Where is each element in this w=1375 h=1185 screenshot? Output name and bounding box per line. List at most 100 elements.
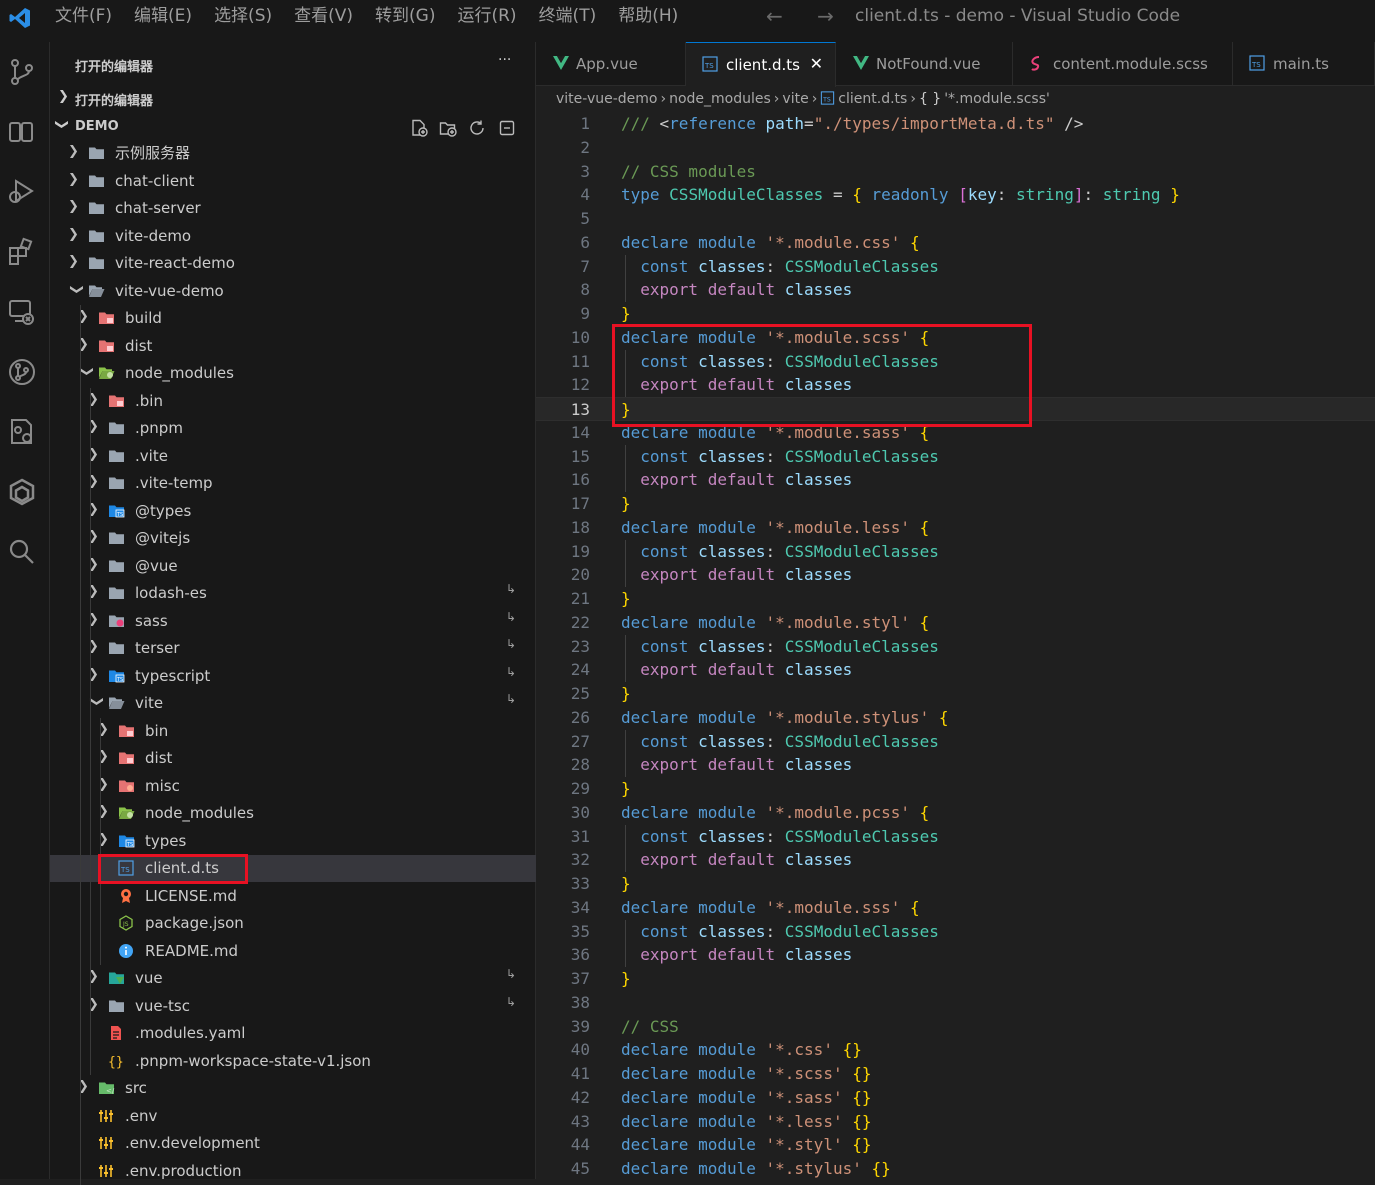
code-line[interactable]: 31 const classes: CSSModuleClasses xyxy=(536,825,1375,849)
code-line[interactable]: 1 /// <reference path="./types/importMeta… xyxy=(536,112,1375,136)
code-line[interactable]: 6 declare module '*.module.css' { xyxy=(536,231,1375,255)
tree-folder-item[interactable]: ❯ node_modules xyxy=(50,800,536,827)
code-line[interactable]: 3 // CSS modules xyxy=(536,160,1375,184)
tree-folder-item[interactable]: ❯ vite-react-demo xyxy=(50,250,536,277)
tree-folder-item[interactable]: ❯ TS typescript ↳ xyxy=(50,663,536,690)
code-line[interactable]: 9} xyxy=(536,302,1375,326)
collapse-all-icon[interactable] xyxy=(498,119,516,137)
editor-tab[interactable]: App.vue xyxy=(536,42,686,86)
code-line[interactable]: 8 export default classes xyxy=(536,278,1375,302)
tree-folder-item[interactable]: ❯ chat-server xyxy=(50,195,536,222)
code-line[interactable]: 7 const classes: CSSModuleClasses xyxy=(536,255,1375,279)
menu-item[interactable]: 运行(R) xyxy=(457,4,516,28)
breadcrumb-item[interactable]: vite-vue-demo xyxy=(556,91,657,107)
menu-item[interactable]: 终端(T) xyxy=(539,4,597,28)
source-control-icon[interactable] xyxy=(7,57,37,87)
code-line[interactable]: 33} xyxy=(536,872,1375,896)
tree-folder-item[interactable]: ❯ node_modules xyxy=(50,360,536,387)
code-line[interactable]: 45 declare module '*.stylus' {} xyxy=(536,1157,1375,1181)
breadcrumb-item[interactable]: '*.module.scss' xyxy=(944,91,1050,107)
code-line[interactable]: 44 declare module '*.styl' {} xyxy=(536,1133,1375,1157)
tree-file-item[interactable]: .env xyxy=(50,1103,536,1130)
package-icon[interactable] xyxy=(7,477,37,507)
code-line[interactable]: 39 // CSS xyxy=(536,1015,1375,1039)
tree-folder-item[interactable]: ❯ vue-tsc ↳ xyxy=(50,993,536,1020)
tree-folder-item[interactable]: ❯ build xyxy=(50,305,536,332)
tree-folder-item[interactable]: ❯ TS @types xyxy=(50,498,536,525)
tree-file-item[interactable]: .modules.yaml xyxy=(50,1020,536,1047)
tree-file-item[interactable]: JS package.json xyxy=(50,910,536,937)
code-line[interactable]: 30 declare module '*.module.pcss' { xyxy=(536,801,1375,825)
editor-tab[interactable]: TS main.ts xyxy=(1233,42,1375,86)
editor-tab[interactable]: TS client.d.ts ✕ xyxy=(686,42,836,87)
editor-tab[interactable]: content.module.scss xyxy=(1013,42,1233,86)
refresh-icon[interactable] xyxy=(468,119,486,137)
extensions-icon[interactable] xyxy=(7,237,37,267)
tree-folder-item[interactable]: ❯ @vue xyxy=(50,553,536,580)
code-line[interactable]: 18 declare module '*.module.less' { xyxy=(536,516,1375,540)
code-line[interactable]: 15 const classes: CSSModuleClasses xyxy=(536,445,1375,469)
code-line[interactable]: 5 xyxy=(536,207,1375,231)
code-line[interactable]: 41 declare module '*.scss' {} xyxy=(536,1062,1375,1086)
tree-folder-item[interactable]: ❯ vue ↳ xyxy=(50,965,536,992)
menu-item[interactable]: 文件(F) xyxy=(55,4,112,28)
code-line[interactable]: 27 const classes: CSSModuleClasses xyxy=(536,730,1375,754)
breadcrumb-item[interactable]: node_modules xyxy=(669,91,771,107)
tree-folder-item[interactable]: ❯ .pnpm xyxy=(50,415,536,442)
editor-tab[interactable]: NotFound.vue xyxy=(836,42,1013,86)
code-line[interactable]: 21} xyxy=(536,587,1375,611)
new-folder-icon[interactable] xyxy=(439,119,457,137)
code-line[interactable]: 23 const classes: CSSModuleClasses xyxy=(536,635,1375,659)
code-line[interactable]: 36 export default classes xyxy=(536,943,1375,967)
tree-folder-item[interactable]: ❯ bin xyxy=(50,718,536,745)
tree-folder-item[interactable]: ❯ dist xyxy=(50,745,536,772)
menu-item[interactable]: 转到(G) xyxy=(375,4,435,28)
tree-folder-item[interactable]: ❯ chat-client xyxy=(50,168,536,195)
tree-folder-item[interactable]: ❯ 示例服务器 xyxy=(50,140,536,167)
more-actions-icon[interactable]: ··· xyxy=(498,52,511,68)
code-line[interactable]: 28 export default classes xyxy=(536,753,1375,777)
remote-explorer-icon[interactable] xyxy=(7,297,37,327)
code-line[interactable]: 2 xyxy=(536,136,1375,160)
code-line[interactable]: 35 const classes: CSSModuleClasses xyxy=(536,920,1375,944)
tree-folder-item[interactable]: ❯ vite-demo xyxy=(50,223,536,250)
tree-folder-item[interactable]: ❯ vite ↳ xyxy=(50,690,536,717)
menu-item[interactable]: 查看(V) xyxy=(294,4,353,28)
testing-icon[interactable] xyxy=(7,417,37,447)
code-line[interactable]: 22 declare module '*.module.styl' { xyxy=(536,611,1375,635)
code-line[interactable]: 32 export default classes xyxy=(536,848,1375,872)
close-icon[interactable]: ✕ xyxy=(810,54,823,73)
code-line[interactable]: 20 export default classes xyxy=(536,563,1375,587)
code-line[interactable]: 17} xyxy=(536,492,1375,516)
tree-folder-item[interactable]: ❯ dist xyxy=(50,333,536,360)
tree-folder-item[interactable]: ❯ TS types xyxy=(50,828,536,855)
code-line[interactable]: 24 export default classes xyxy=(536,658,1375,682)
tree-folder-item[interactable]: ❯ vite-vue-demo xyxy=(50,278,536,305)
menu-item[interactable]: 帮助(H) xyxy=(618,4,678,28)
code-line[interactable]: 25} xyxy=(536,682,1375,706)
tree-file-item[interactable]: LICENSE.md xyxy=(50,883,536,910)
code-line[interactable]: 29} xyxy=(536,777,1375,801)
nav-arrows-icon[interactable]: ← → xyxy=(766,4,848,28)
tree-folder-item[interactable]: ❯ lodash-es ↳ xyxy=(50,580,536,607)
explorer-icon[interactable] xyxy=(7,117,37,147)
git-graph-icon[interactable] xyxy=(7,357,37,387)
search-icon[interactable] xyxy=(7,537,37,567)
tree-folder-item[interactable]: ❯ .vite-temp xyxy=(50,470,536,497)
breadcrumb-item[interactable]: client.d.ts xyxy=(838,91,907,107)
tree-folder-item[interactable]: ❯ sass ↳ xyxy=(50,608,536,635)
code-line[interactable]: 42 declare module '*.sass' {} xyxy=(536,1086,1375,1110)
tree-folder-item[interactable]: ❯ .bin xyxy=(50,388,536,415)
tree-file-item[interactable]: .env.production xyxy=(50,1158,536,1185)
breadcrumb-item[interactable]: vite xyxy=(782,91,808,107)
menu-item[interactable]: 选择(S) xyxy=(214,4,272,28)
code-line[interactable]: 37} xyxy=(536,967,1375,991)
code-line[interactable]: 43 declare module '*.less' {} xyxy=(536,1110,1375,1134)
tree-file-item[interactable]: {} .pnpm-workspace-state-v1.json xyxy=(50,1048,536,1075)
tree-file-item[interactable]: .env.development xyxy=(50,1130,536,1157)
code-line[interactable]: 19 const classes: CSSModuleClasses xyxy=(536,540,1375,564)
run-debug-icon[interactable] xyxy=(7,177,37,207)
tree-file-item[interactable]: README.md xyxy=(50,938,536,965)
code-line[interactable]: 4 type CSSModuleClasses = { readonly [key… xyxy=(536,183,1375,207)
code-line[interactable]: 26 declare module '*.module.stylus' { xyxy=(536,706,1375,730)
